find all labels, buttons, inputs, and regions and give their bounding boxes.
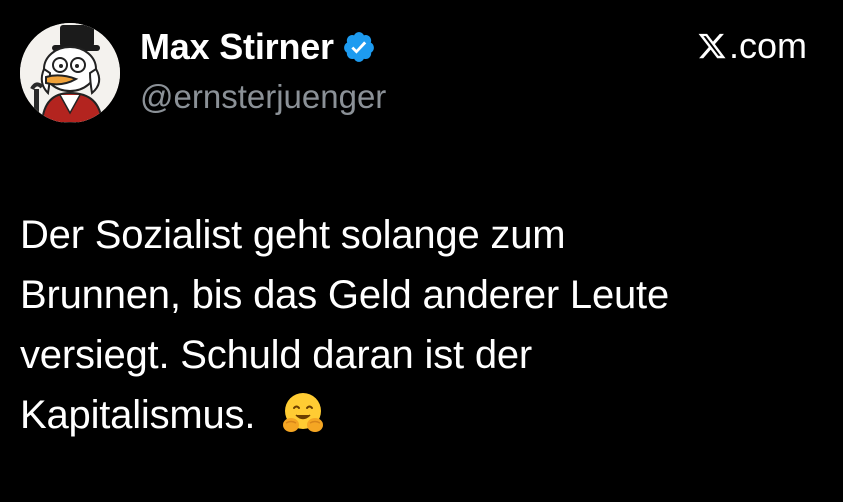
- x-logo-icon: [697, 31, 727, 61]
- tweet-card: Max Stirner @ernsterjuenger .com Der Soz…: [0, 0, 843, 502]
- scrooge-mcduck-avatar-icon: [20, 23, 120, 123]
- tweet-line: versiegt. Schuld daran ist der: [20, 333, 533, 377]
- tweet-line-last: Kapitalismus.: [20, 385, 820, 445]
- display-name[interactable]: Max Stirner: [140, 26, 334, 68]
- display-name-row: Max Stirner: [140, 24, 376, 70]
- avatar[interactable]: [20, 23, 120, 123]
- tweet-text: Der Sozialist geht solange zum Brunnen, …: [20, 205, 820, 445]
- site-brand: .com: [697, 25, 807, 66]
- verified-badge-icon: [342, 30, 376, 64]
- user-handle[interactable]: @ernsterjuenger: [140, 78, 386, 116]
- tweet-line: Der Sozialist geht solange zum: [20, 213, 566, 257]
- tweet-line-text: Kapitalismus.: [20, 393, 256, 437]
- site-domain: .com: [728, 25, 807, 66]
- tweet-line: Brunnen, bis das Geld anderer Leute: [20, 273, 669, 317]
- hugging-face-emoji-icon: [279, 389, 327, 437]
